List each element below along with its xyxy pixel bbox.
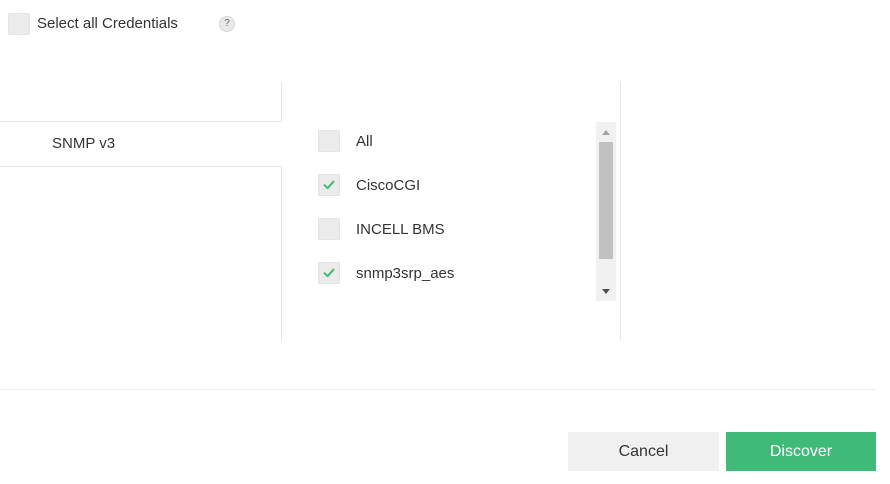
footer-divider (0, 389, 876, 390)
discover-button[interactable]: Discover (726, 432, 876, 471)
help-icon[interactable]: ? (219, 16, 235, 32)
select-all-checkbox[interactable] (8, 13, 30, 35)
protocol-item-snmp-v3[interactable]: SNMP v3 (0, 121, 282, 167)
select-all-label: Select all Credentials (37, 15, 178, 32)
credential-checkbox-snmp3srp-aes[interactable] (318, 262, 340, 284)
credential-list: All CiscoCGI INCELL BMS snmp3srp_aes (318, 122, 618, 302)
cancel-button[interactable]: Cancel (568, 432, 719, 471)
credential-label: snmp3srp_aes (356, 265, 455, 282)
credential-row-ciscocgi[interactable]: CiscoCGI (318, 174, 588, 198)
checkmark-icon (319, 175, 339, 195)
protocol-label: SNMP v3 (52, 135, 116, 152)
credential-column-divider (620, 82, 621, 340)
credential-row-all[interactable]: All (318, 130, 588, 154)
scrollbar-thumb[interactable] (599, 142, 613, 259)
credential-list-scrollbar[interactable] (596, 122, 616, 301)
credential-label: INCELL BMS (356, 221, 445, 238)
credential-label: CiscoCGI (356, 177, 421, 194)
credential-label: All (356, 133, 373, 150)
credential-checkbox-ciscocgi[interactable] (318, 174, 340, 196)
checkmark-icon (319, 263, 339, 283)
scroll-down-arrow-icon[interactable] (596, 283, 616, 299)
credential-checkbox-incell-bms[interactable] (318, 218, 340, 240)
credential-checkbox-all[interactable] (318, 130, 340, 152)
credential-row-incell-bms[interactable]: INCELL BMS (318, 218, 588, 242)
scroll-up-arrow-icon[interactable] (596, 124, 616, 140)
credential-row-snmp3srp-aes[interactable]: snmp3srp_aes (318, 262, 588, 286)
